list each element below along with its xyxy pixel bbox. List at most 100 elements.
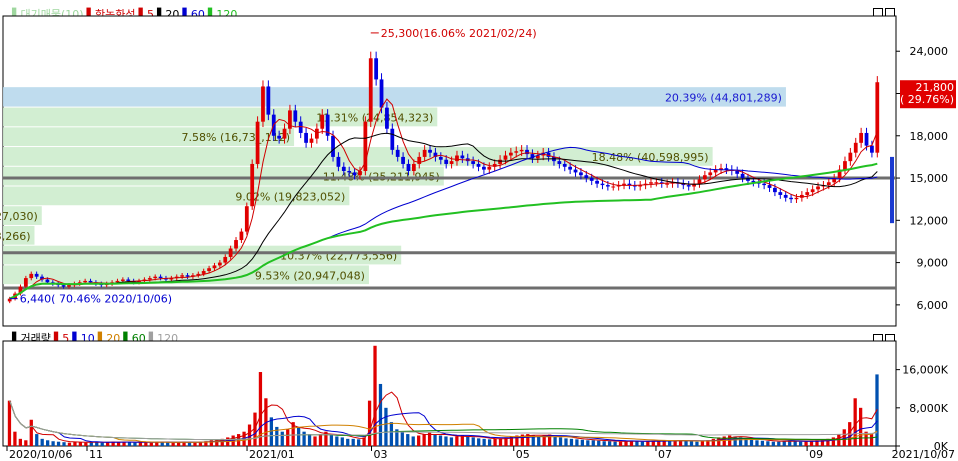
price-tick-label: 9,000 [917,257,949,270]
candle-body [579,172,583,176]
volume-bar [444,436,448,446]
candle-body [503,155,508,160]
candle-body [250,163,255,207]
candle-body [261,86,265,122]
volume-bar [433,434,437,446]
volume-bar [67,442,72,446]
volume-bar [749,439,754,446]
candle-body [519,149,524,152]
candle-body [428,149,432,153]
price-tick-label: 6,000 [917,299,949,312]
volume-bar [477,438,481,446]
candle-body [789,197,793,200]
candle-body [239,231,244,241]
volume-bar [498,438,503,446]
volume-tick-label: 16,000K [902,364,948,377]
volume-bar [558,437,563,446]
volume-bar [335,436,339,446]
candle-body [805,192,810,195]
candle-body [773,187,777,193]
candle-body [153,276,158,279]
candle-body [115,280,120,283]
candle-body [180,275,185,277]
volume-bar [215,439,219,446]
x-tick-label: 05 [516,448,530,461]
candle-body [438,156,443,160]
candle-body [67,285,71,287]
candle-body [562,163,567,167]
candle-body [34,273,39,277]
volume-bar [766,441,770,446]
supply-band-label: 11.31% (24,854,323) [316,111,433,124]
price-tick-label: 24,000 [910,45,949,58]
volume-bar [247,424,252,446]
candle-body [126,279,131,281]
candle-body [487,166,492,170]
volume-bar [176,442,181,446]
volume-bar [449,437,454,446]
candle-body [848,152,853,162]
candle-body [379,79,384,108]
candle-body [320,114,325,129]
candle-body [293,110,298,122]
x-tick-label: 2020/10/06 [9,448,72,461]
volume-bar [296,426,301,446]
candle-body [482,166,486,170]
candle-body [498,159,502,164]
candle-body [444,159,449,164]
high-annotation: 25,300(16.06% 2021/02/24) [381,27,537,40]
volume-bar [422,434,426,446]
candle-body [843,161,847,170]
volume-bar [466,436,470,446]
volume-bar [646,441,650,446]
candle-body [762,183,767,186]
volume-bar [313,436,317,446]
volume-bar [771,441,775,446]
candle-body [217,262,222,266]
volume-bar [580,439,584,446]
candle-body [573,169,578,173]
candle-body [702,175,707,180]
volume-bar [411,436,415,446]
volume-bar [100,442,104,446]
candle-body [449,161,454,164]
volume-bar [187,442,192,446]
volume-bar [286,429,290,446]
volume-bar [367,400,372,446]
volume-bar [804,441,808,446]
volume-bar [400,431,404,446]
volume-bar [18,438,23,446]
volume-bar [318,434,323,446]
candle-body [228,248,233,257]
stock-chart[interactable]: 20.39% (44,801,289)11.31% (24,854,323)7.… [0,0,958,461]
volume-bar [193,442,197,446]
price-tick-label: 12,000 [910,214,949,227]
candle-body [778,192,783,195]
price-tick-label: 15,000 [910,172,949,185]
candle-body [88,280,93,283]
candle-body [234,240,238,249]
volume-bar [760,440,765,446]
candle-body [255,121,260,164]
x-tick-label: 03 [373,448,387,461]
volume-bar [51,441,55,446]
volume-bar [640,441,645,446]
candle-body [853,142,858,153]
volume-bar [302,431,306,446]
volume-bar [842,429,846,446]
candle-body [649,182,653,184]
volume-bar [24,440,28,446]
volume-bar [755,440,759,446]
volume-bar [384,407,388,446]
candle-body [314,128,319,139]
volume-bar [116,442,121,446]
volume-bar [537,436,541,446]
volume-bar [389,422,394,446]
volume-bar [487,439,492,446]
candle-body [406,163,411,171]
volume-bar [564,438,568,446]
supply-band-label: 20.39% (44,801,289) [665,91,782,104]
volume-bar [236,434,241,446]
candle-body [740,173,745,179]
volume-bar [689,441,694,446]
